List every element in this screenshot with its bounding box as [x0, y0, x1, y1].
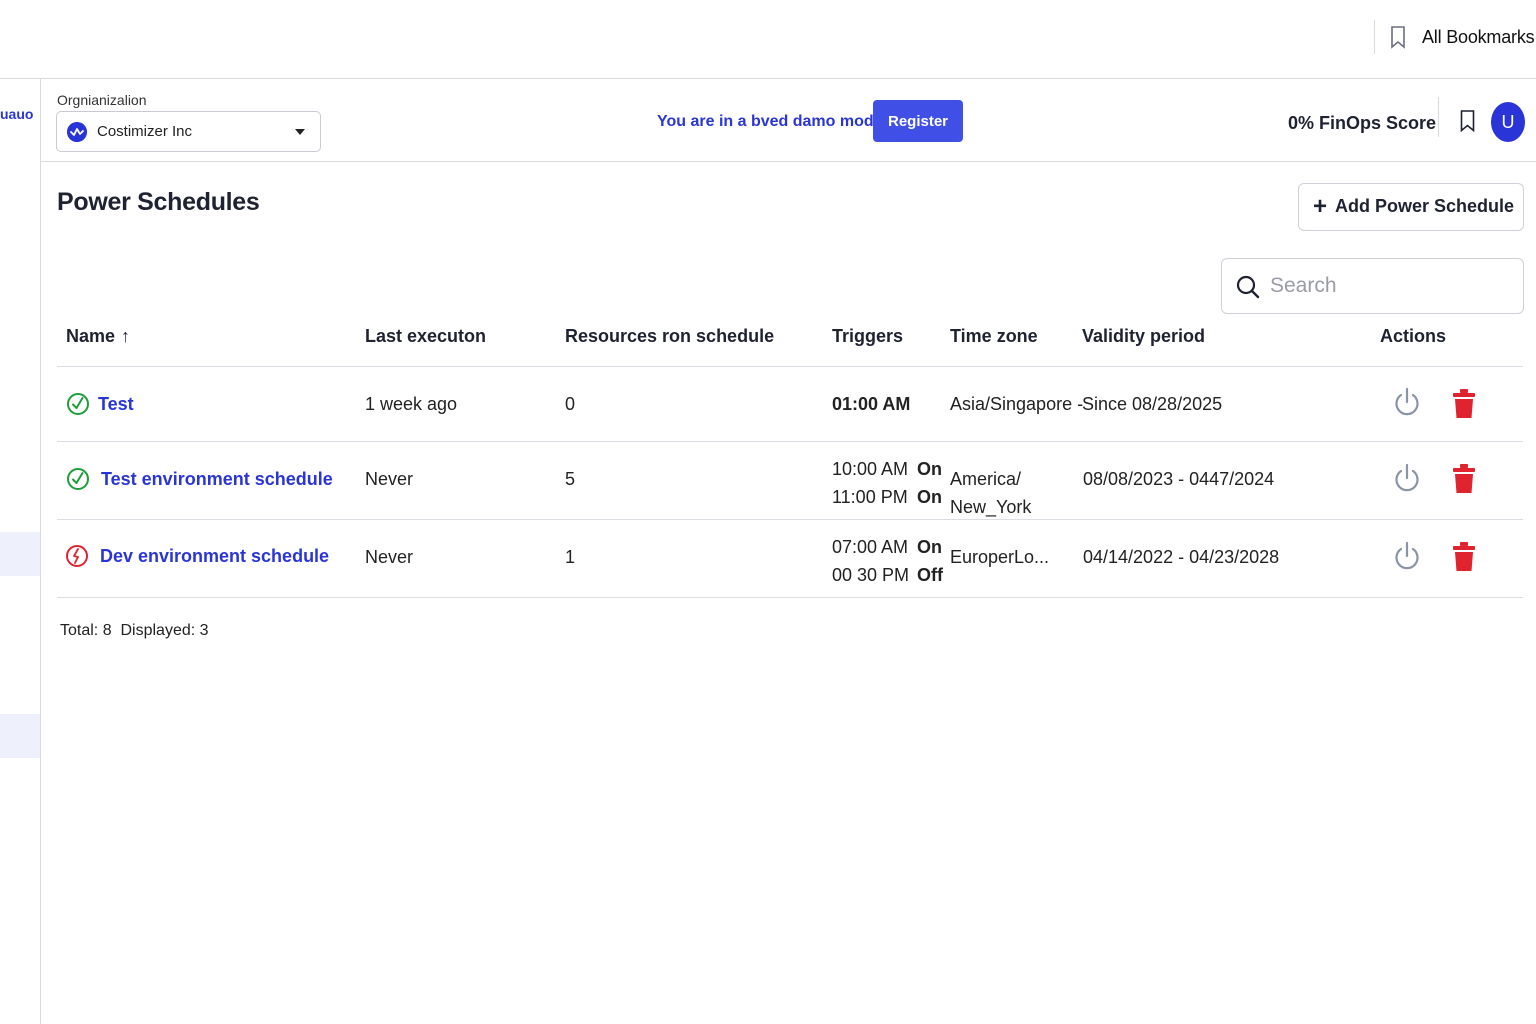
- bookmark-icon[interactable]: [1460, 110, 1475, 132]
- time-zone-cell: Asia/Singapore -: [950, 394, 1084, 414]
- triggers-cell: 10:00 AM On 11:00 PM On: [832, 455, 942, 511]
- left-sidebar: uauo: [0, 79, 41, 1024]
- arrow-up-icon[interactable]: ↑: [121, 326, 130, 347]
- schedule-name-link[interactable]: Dev environment schedule: [100, 546, 329, 567]
- header-divider: [1438, 97, 1439, 137]
- organization-name: Costimizer Inc: [97, 123, 193, 140]
- trigger-time: 00 30 PM: [832, 565, 910, 585]
- column-header-time-zone[interactable]: Time zone: [950, 326, 1038, 347]
- last-execution-cell: Never: [365, 469, 414, 489]
- add-power-schedule-label: Add Power Schedule: [1335, 196, 1515, 216]
- search-box[interactable]: [1221, 258, 1524, 314]
- finops-score[interactable]: 0% FinOps Score: [1288, 113, 1436, 134]
- search-icon: [1236, 275, 1260, 299]
- table-divider: [57, 441, 1523, 442]
- caret-down-icon: [295, 129, 305, 135]
- trigger-time: 10:00 AM: [832, 459, 909, 479]
- column-header-actions: Actions: [1380, 326, 1447, 346]
- column-header-triggers[interactable]: Triggers: [832, 326, 903, 347]
- organization-logo-icon: [67, 122, 87, 142]
- column-header-resources[interactable]: Resources ron schedule: [565, 326, 774, 347]
- status-error-icon: [66, 545, 88, 567]
- status-check-icon: [67, 468, 89, 490]
- bookmark-icon[interactable]: [1390, 26, 1406, 49]
- time-zone-cell: EuroperLo...: [950, 547, 1050, 567]
- app-header: Orgnianizalion Costimizer Inc You are in…: [41, 79, 1536, 162]
- schedule-name-link[interactable]: Test: [98, 394, 134, 415]
- schedule-name-link[interactable]: Test environment schedule: [101, 469, 333, 490]
- resources-cell: 1: [565, 547, 576, 567]
- table-footer-stats: Total: 8 Displayed: 3: [60, 622, 209, 640]
- all-bookmarks-link[interactable]: All Bookmarks: [1422, 27, 1535, 48]
- column-header-name-label: Name: [66, 326, 116, 346]
- organization-label: Orgnianizalion: [57, 92, 147, 108]
- total-count: Total: 8: [60, 622, 112, 639]
- organization-select[interactable]: Costimizer Inc: [56, 111, 321, 152]
- displayed-count: Displayed: 3: [120, 622, 209, 639]
- demo-mode-notice: You are in a bved damo mode: [657, 113, 883, 130]
- trigger-line: 07:00 AM On: [832, 533, 942, 561]
- validity-cell: 08/08/2023 - 0447/2024: [1083, 469, 1275, 489]
- trigger-state: On: [917, 487, 942, 507]
- last-execution-cell: 1 week ago: [365, 394, 458, 414]
- column-header-last-execution[interactable]: Last executon: [365, 326, 486, 347]
- triggers-cell: 07:00 AM On 00 30 PM Off: [832, 533, 943, 589]
- toolbar-divider: [1374, 20, 1375, 54]
- power-icon[interactable]: [1393, 463, 1421, 495]
- time-zone-line: America/: [950, 469, 1022, 489]
- power-icon[interactable]: [1393, 541, 1421, 573]
- table-divider: [57, 366, 1523, 367]
- status-check-icon: [67, 393, 89, 415]
- trigger-line: 10:00 AM On: [832, 455, 942, 483]
- sidebar-item-active[interactable]: [0, 532, 40, 576]
- validity-cell: Since 08/28/2025: [1082, 394, 1223, 414]
- user-avatar[interactable]: U: [1491, 102, 1525, 142]
- trash-icon[interactable]: [1452, 463, 1476, 495]
- trigger-state: On: [917, 459, 942, 479]
- page-title: Power Schedules: [57, 188, 260, 216]
- trigger-state: On: [917, 537, 942, 557]
- trash-icon[interactable]: [1452, 388, 1476, 420]
- table-divider: [57, 597, 1523, 598]
- trigger-state: Off: [917, 565, 943, 585]
- trigger-time: 01:00 AM: [832, 394, 911, 414]
- column-header-name[interactable]: Name ↑: [66, 326, 130, 347]
- search-input[interactable]: [1270, 269, 1510, 303]
- time-zone-cell: America/ New_York: [950, 465, 1031, 521]
- resources-cell: 0: [565, 394, 576, 414]
- column-header-validity[interactable]: Validity period: [1082, 326, 1205, 347]
- last-execution-cell: Never: [365, 547, 414, 567]
- trigger-line: 00 30 PM Off: [832, 561, 943, 589]
- trash-icon[interactable]: [1452, 541, 1476, 573]
- plus-icon: +: [1313, 193, 1328, 220]
- power-icon[interactable]: [1393, 387, 1421, 419]
- resources-cell: 5: [565, 469, 576, 489]
- register-button[interactable]: Register: [873, 100, 963, 142]
- trigger-line: 11:00 PM On: [832, 483, 942, 511]
- table-divider: [57, 519, 1523, 520]
- browser-toolbar: All Bookmarks: [0, 0, 1536, 79]
- sidebar-link[interactable]: uauo: [0, 106, 33, 122]
- time-zone-line: New_York: [950, 497, 1032, 517]
- validity-cell: 04/14/2022 - 04/23/2028: [1083, 547, 1280, 567]
- add-power-schedule-button[interactable]: + Add Power Schedule: [1298, 183, 1524, 231]
- trigger-time: 07:00 AM: [832, 537, 909, 557]
- trigger-time: 11:00 PM: [832, 487, 908, 507]
- sidebar-item-highlight[interactable]: [0, 714, 40, 758]
- triggers-cell: 01:00 AM: [832, 390, 910, 418]
